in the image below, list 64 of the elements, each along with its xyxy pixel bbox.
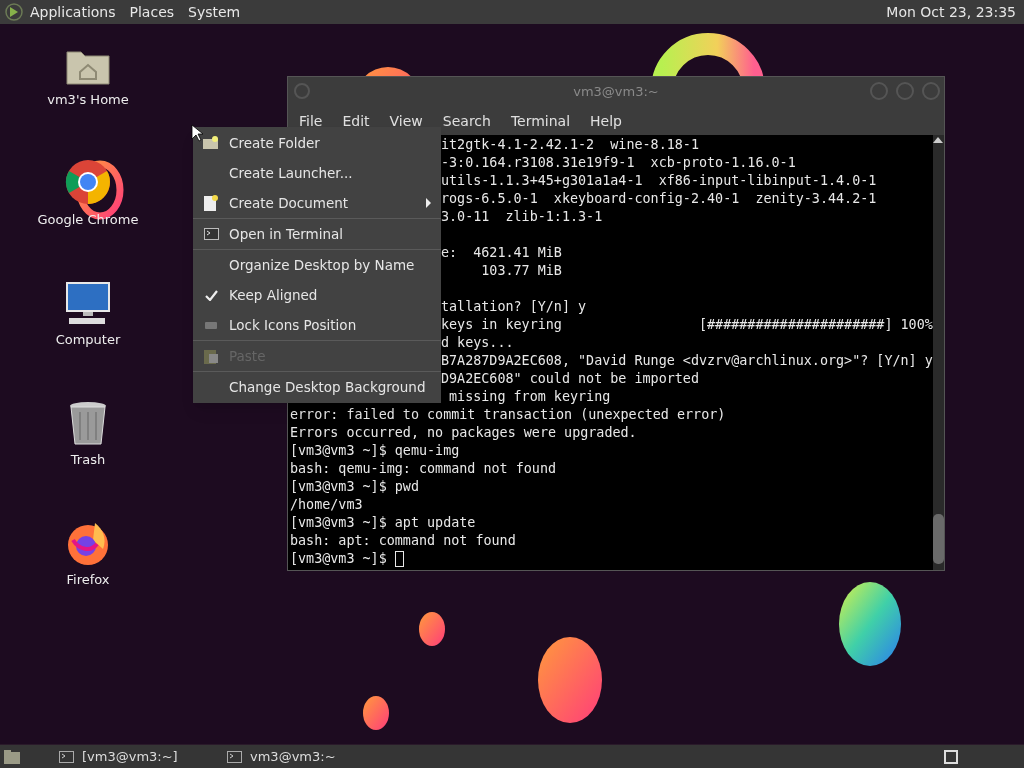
scroll-up-icon[interactable] (933, 137, 944, 143)
terminal-line: Errors occurred, no packages were upgraded. (290, 425, 637, 440)
show-desktop-icon[interactable] (3, 748, 21, 765)
menu-item[interactable]: Organize Desktop by Name (193, 250, 441, 280)
terminal-line: 103.77 MiB (480, 263, 562, 278)
panel-menu[interactable]: Applications (30, 1, 116, 23)
terminal-line: tallation? [Y/n] y (441, 299, 587, 314)
logo-icon (5, 3, 23, 21)
menu-item[interactable]: Help (590, 110, 622, 132)
terminal-line: error: failed to commit transaction (unexpected error) (290, 407, 726, 422)
menu-item[interactable]: Keep Aligned (193, 280, 441, 310)
terminal-line: bash: apt: command not found (290, 533, 516, 548)
menu-item[interactable]: Terminal (510, 110, 571, 132)
clock[interactable]: Mon Oct 23, 23:35 (886, 1, 1016, 23)
icon-label[interactable]: Firefox (66, 570, 110, 590)
terminal-line: 3.0-11 zlib-1:1.3-1 (441, 209, 603, 224)
icon-label[interactable]: Trash (70, 450, 106, 470)
terminal-line: bash: qemu-img: command not found (290, 461, 557, 476)
terminal-line: d keys... (441, 335, 514, 350)
terminal-line: rogs-6.5.0-1 xkeyboard-config-2.40-1 zenity-3.44.2-1 (441, 191, 877, 206)
terminal-line: -3:0.164.r3108.31e19f9-1 xcb-proto-1.16.0-1 (441, 155, 796, 170)
trash-icon (68, 400, 108, 446)
scroll-thumb[interactable] (932, 514, 944, 564)
menu-item[interactable]: Create Launcher... (193, 158, 441, 188)
menu-item[interactable]: Open in Terminal (193, 219, 441, 250)
square-icon (205, 321, 217, 329)
terminal-line: missing from keyring (448, 389, 611, 404)
terminal-line: [vm3@vm3 ~]$ pwd (290, 479, 419, 494)
firefox-icon (65, 520, 111, 566)
terminal-line: /home/vm3 (290, 497, 363, 512)
pointer-icon (191, 124, 203, 142)
computer-icon (63, 280, 113, 326)
window-title: vm3@vm3:~ (573, 83, 659, 102)
icon-label[interactable]: Computer (55, 330, 121, 350)
text-cursor (394, 551, 404, 567)
menu-item[interactable]: Change Desktop Background (193, 372, 441, 402)
terminal-line: [vm3@vm3 ~]$ apt update (290, 515, 476, 530)
terminal-icon (227, 750, 242, 763)
menu-item[interactable]: Lock Icons Position (193, 310, 441, 341)
terminal-line: [vm3@vm3 ~]$ qemu-img (290, 443, 460, 458)
taskbar-button[interactable]: vm3@vm3:~ (209, 745, 377, 768)
terminal-line: it2gtk-4.1-2.42.1-2 wine-8.18-1 (441, 137, 699, 152)
terminal-line: [vm3@vm3 ~]$ (290, 550, 388, 568)
workspace-switcher[interactable] (944, 749, 958, 764)
icon-label[interactable]: vm3's Home (47, 90, 129, 110)
taskbar-button[interactable]: [vm3@vm3:~] (41, 745, 209, 768)
document-icon (204, 195, 218, 211)
menu-item[interactable]: Create Document (193, 188, 441, 219)
terminal-icon (59, 750, 74, 763)
terminal-icon (203, 228, 219, 240)
terminal-line: keys in keyring [######################] 100% (441, 317, 933, 332)
terminal-line: D9A2EC608" could not be imported (441, 371, 699, 386)
terminal-line: B7A287D9A2EC608, "David Runge <dvzrv@archlinux.org>"? [Y/n] y (441, 353, 933, 368)
terminal-line: utils-1.1.3+45+g301a1a4-1 xf86-input-libinput-1.4.0-1 (441, 173, 877, 188)
browser-icon (64, 158, 112, 206)
menu-item[interactable]: Search (442, 110, 491, 132)
icon-label[interactable]: Google Chrome (37, 210, 139, 230)
panel-menu[interactable]: Places (129, 1, 175, 23)
check-icon (204, 289, 218, 301)
terminal-line: e: 4621.41 MiB (441, 245, 562, 260)
folder-icon (203, 136, 219, 150)
submenu-arrow-icon (426, 198, 431, 208)
clipboard-icon (204, 348, 218, 364)
panel-menu[interactable]: System (188, 1, 241, 23)
